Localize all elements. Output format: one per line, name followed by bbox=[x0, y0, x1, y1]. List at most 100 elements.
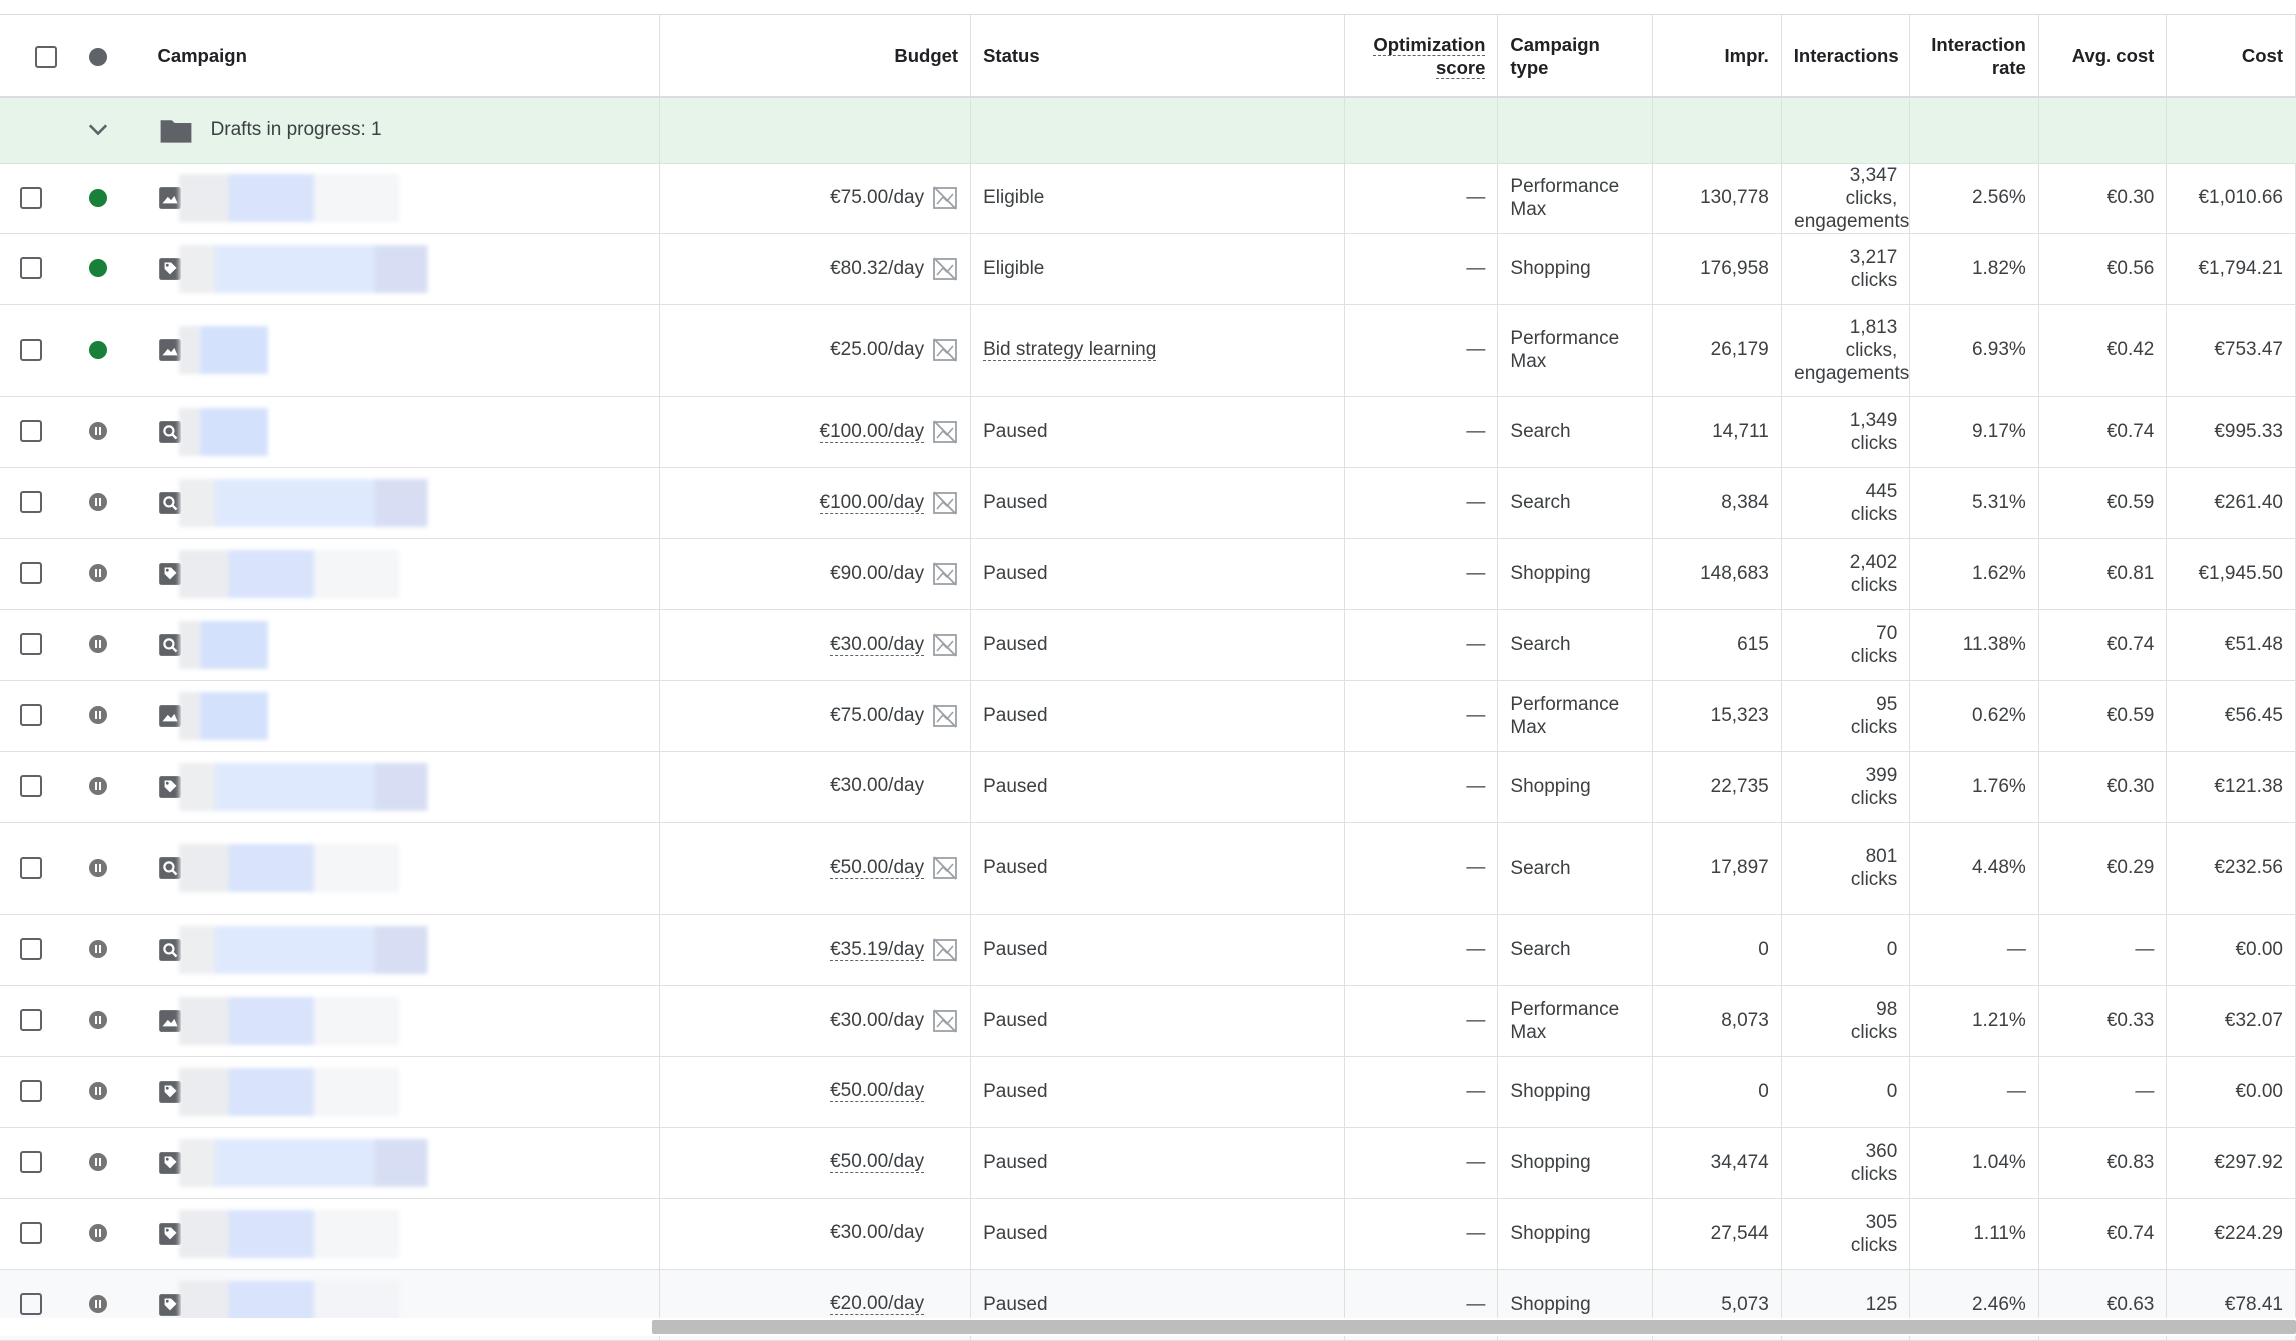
row-checkbox[interactable] bbox=[20, 257, 42, 280]
table-row[interactable]: €30.00/day Paused — Search 615 70 clicks … bbox=[0, 609, 2296, 681]
budget-value[interactable]: €20.00/day bbox=[830, 1293, 925, 1316]
campaign-name-redacted[interactable] bbox=[178, 925, 534, 974]
budget-value[interactable]: €75.00/day bbox=[830, 187, 924, 208]
budget-value[interactable]: €30.00/day bbox=[830, 633, 925, 656]
drafts-group-row[interactable]: Drafts in progress: 1 bbox=[0, 97, 2296, 164]
row-checkbox[interactable] bbox=[20, 338, 42, 361]
budget-value[interactable]: €50.00/day bbox=[830, 1080, 925, 1103]
table-row[interactable]: €100.00/day Paused — Search 8,384 445 cli… bbox=[0, 467, 2296, 539]
campaign-name-redacted[interactable] bbox=[178, 549, 534, 598]
status-filter-icon[interactable] bbox=[89, 48, 108, 67]
row-checkbox[interactable] bbox=[20, 856, 42, 879]
enabled-status-dot[interactable] bbox=[89, 188, 108, 207]
row-checkbox[interactable] bbox=[20, 1080, 42, 1103]
row-checkbox[interactable] bbox=[20, 633, 42, 656]
budget-value[interactable]: €35.19/day bbox=[830, 938, 925, 961]
budget-value[interactable]: €30.00/day bbox=[830, 775, 924, 796]
campaign-name-redacted[interactable] bbox=[178, 174, 534, 222]
row-checkbox[interactable] bbox=[20, 186, 42, 209]
budget-value[interactable]: €100.00/day bbox=[819, 491, 925, 514]
no-chart-icon[interactable] bbox=[932, 256, 958, 282]
column-header-interactions[interactable]: Interactions bbox=[1781, 15, 1911, 98]
campaign-name-redacted[interactable] bbox=[178, 762, 534, 811]
campaign-name-redacted[interactable] bbox=[178, 844, 534, 892]
row-checkbox[interactable] bbox=[20, 775, 42, 798]
no-chart-icon[interactable] bbox=[932, 703, 958, 729]
select-all-checkbox[interactable] bbox=[35, 45, 58, 68]
budget-value[interactable]: €100.00/day bbox=[819, 420, 925, 443]
paused-status-dot[interactable] bbox=[89, 422, 108, 441]
campaign-name-redacted[interactable] bbox=[178, 620, 534, 669]
horizontal-scrollbar[interactable] bbox=[652, 1320, 2296, 1334]
table-row[interactable]: €35.19/day Paused — Search 0 0 — — €0.00 bbox=[0, 914, 2296, 986]
table-row[interactable]: €30.00/day Paused — Shopping 27,544 305 c… bbox=[0, 1198, 2296, 1270]
table-row[interactable]: €50.00/day Paused — Shopping 34,474 360 c… bbox=[0, 1127, 2296, 1199]
row-checkbox[interactable] bbox=[20, 1009, 42, 1032]
row-checkbox[interactable] bbox=[20, 1151, 42, 1174]
budget-value[interactable]: €50.00/day bbox=[830, 857, 925, 879]
campaign-name-redacted[interactable] bbox=[178, 691, 534, 740]
budget-value[interactable]: €30.00/day bbox=[830, 1010, 924, 1031]
table-row[interactable]: €30.00/day Paused — Performance Max 8,073… bbox=[0, 985, 2296, 1057]
column-header-cost[interactable]: Cost bbox=[2166, 15, 2296, 98]
no-chart-icon[interactable] bbox=[932, 632, 958, 658]
no-chart-icon[interactable] bbox=[932, 1008, 958, 1034]
paused-status-dot[interactable] bbox=[89, 1082, 108, 1101]
budget-value[interactable]: €25.00/day bbox=[830, 339, 924, 360]
column-header-status[interactable]: Status bbox=[970, 15, 1345, 98]
table-row[interactable]: €50.00/day Paused — Shopping 0 0 — — €0.… bbox=[0, 1056, 2296, 1128]
paused-status-dot[interactable] bbox=[89, 1011, 108, 1030]
column-header-optimization-score[interactable]: Optimization score bbox=[1344, 15, 1499, 98]
table-row[interactable]: €25.00/day Bid strategy learning — Perfo… bbox=[0, 304, 2296, 397]
no-chart-icon[interactable] bbox=[932, 490, 958, 516]
no-chart-icon[interactable] bbox=[932, 937, 958, 963]
budget-value[interactable]: €80.32/day bbox=[830, 258, 924, 279]
campaign-name-redacted[interactable] bbox=[178, 407, 534, 456]
no-chart-icon[interactable] bbox=[932, 561, 958, 587]
campaign-name-redacted[interactable] bbox=[178, 1138, 534, 1187]
row-checkbox[interactable] bbox=[20, 420, 42, 443]
column-header-campaign-type[interactable]: Campaign type bbox=[1497, 15, 1654, 98]
paused-status-dot[interactable] bbox=[89, 1153, 108, 1172]
table-row[interactable]: €80.32/day Eligible — Shopping 176,958 3… bbox=[0, 233, 2296, 305]
row-checkbox[interactable] bbox=[20, 1222, 42, 1245]
table-row[interactable]: €75.00/day Paused — Performance Max 15,32… bbox=[0, 680, 2296, 752]
column-header-budget[interactable]: Budget bbox=[659, 15, 972, 98]
paused-status-dot[interactable] bbox=[89, 1224, 108, 1243]
campaign-name-redacted[interactable] bbox=[178, 326, 534, 374]
paused-status-dot[interactable] bbox=[89, 493, 108, 512]
budget-value[interactable]: €30.00/day bbox=[830, 1222, 924, 1243]
enabled-status-dot[interactable] bbox=[89, 340, 108, 359]
table-row[interactable]: €30.00/day Paused — Shopping 22,735 399 c… bbox=[0, 751, 2296, 823]
column-header-avg-cost[interactable]: Avg. cost bbox=[2038, 15, 2168, 98]
no-chart-icon[interactable] bbox=[932, 855, 958, 881]
chevron-down-icon[interactable] bbox=[84, 116, 112, 144]
paused-status-dot[interactable] bbox=[89, 1295, 108, 1314]
column-header-impr[interactable]: Impr. bbox=[1652, 15, 1782, 98]
paused-status-dot[interactable] bbox=[89, 564, 108, 583]
paused-status-dot[interactable] bbox=[89, 635, 108, 654]
paused-status-dot[interactable] bbox=[89, 706, 108, 725]
budget-value[interactable]: €75.00/day bbox=[830, 705, 924, 726]
no-chart-icon[interactable] bbox=[932, 419, 958, 445]
paused-status-dot[interactable] bbox=[89, 777, 108, 796]
row-checkbox[interactable] bbox=[20, 704, 42, 727]
table-row[interactable]: €50.00/day Paused — Search 17,897 801 cli… bbox=[0, 822, 2296, 915]
no-chart-icon[interactable] bbox=[932, 337, 958, 363]
campaign-name-redacted[interactable] bbox=[178, 1209, 534, 1258]
campaign-name-redacted[interactable] bbox=[178, 1067, 534, 1116]
budget-value[interactable]: €90.00/day bbox=[830, 563, 924, 584]
table-row[interactable]: €90.00/day Paused — Shopping 148,683 2,4… bbox=[0, 538, 2296, 610]
row-checkbox[interactable] bbox=[20, 491, 42, 514]
paused-status-dot[interactable] bbox=[89, 858, 108, 877]
no-chart-icon[interactable] bbox=[932, 185, 958, 211]
campaign-name-redacted[interactable] bbox=[178, 478, 534, 527]
row-checkbox[interactable] bbox=[20, 562, 42, 585]
campaign-name-redacted[interactable] bbox=[178, 244, 534, 293]
paused-status-dot[interactable] bbox=[89, 940, 108, 959]
table-row[interactable]: €100.00/day Paused — Search 14,711 1,349… bbox=[0, 396, 2296, 468]
row-checkbox[interactable] bbox=[20, 1293, 42, 1316]
column-header-interaction-rate[interactable]: Interaction rate bbox=[1909, 15, 2039, 98]
status-value[interactable]: Bid strategy learning bbox=[983, 339, 1157, 361]
table-row[interactable]: €75.00/day Eligible — Performance Max 130… bbox=[0, 163, 2296, 234]
